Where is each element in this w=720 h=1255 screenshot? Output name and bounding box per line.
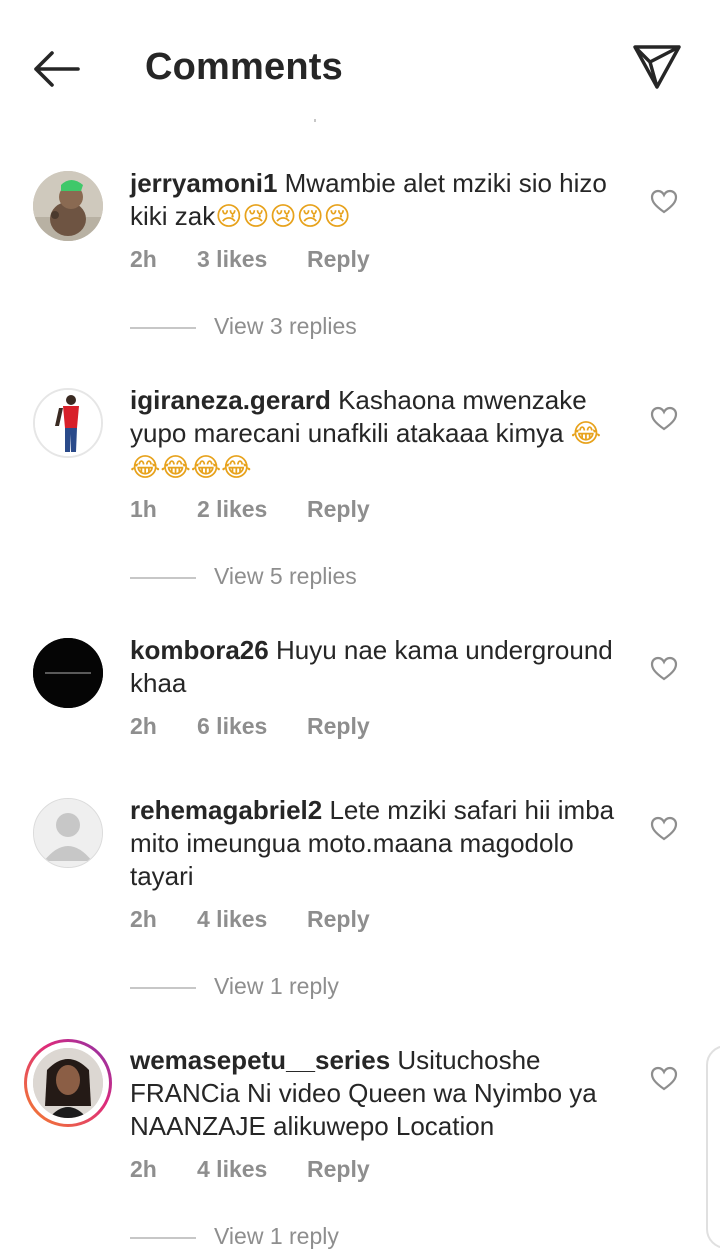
comment-text: rehemagabriel2 Lete mziki safari hii imb… xyxy=(130,794,615,893)
reply-button[interactable]: Reply xyxy=(307,246,370,273)
heart-icon xyxy=(650,406,678,431)
view-replies-button[interactable]: View 1 reply xyxy=(130,973,430,1003)
heart-icon xyxy=(650,1066,678,1091)
view-replies-button[interactable]: View 1 reply xyxy=(130,1223,430,1253)
likes-count[interactable]: 2 likes xyxy=(197,496,267,523)
reply-button[interactable]: Reply xyxy=(307,496,370,523)
avatar-photo xyxy=(33,638,103,708)
like-button[interactable] xyxy=(650,1066,678,1092)
default-avatar-icon xyxy=(34,799,102,867)
comment-text: jerryamoni1 Mwambie alet mziki sio hizo … xyxy=(130,167,615,234)
likes-count[interactable]: 6 likes xyxy=(197,713,267,740)
avatar xyxy=(33,1048,103,1118)
view-replies-button[interactable]: View 5 replies xyxy=(130,563,430,593)
avatar[interactable] xyxy=(33,798,103,868)
view-replies-label: View 1 reply xyxy=(214,973,339,999)
top-bar: Comments xyxy=(0,0,720,120)
avatar-photo xyxy=(35,390,101,456)
reply-button[interactable]: Reply xyxy=(307,713,370,740)
divider-line xyxy=(130,327,196,329)
comment-time: 2h xyxy=(130,246,157,272)
arrow-left-icon xyxy=(34,51,80,87)
heart-icon xyxy=(650,656,678,681)
divider-line xyxy=(130,1237,196,1239)
like-button[interactable] xyxy=(650,816,678,842)
reply-button[interactable]: Reply xyxy=(307,906,370,933)
like-button[interactable] xyxy=(650,406,678,432)
comment-username[interactable]: wemasepetu__series xyxy=(130,1045,390,1075)
reply-button[interactable]: Reply xyxy=(307,1156,370,1183)
likes-count[interactable]: 4 likes xyxy=(197,1156,267,1183)
avatar[interactable] xyxy=(33,638,103,708)
comment-time: 2h xyxy=(130,906,157,932)
likes-count[interactable]: 3 likes xyxy=(197,246,267,273)
comment-text: kombora26 Huyu nae kama underground khaa xyxy=(130,634,615,700)
share-button[interactable] xyxy=(630,40,684,92)
like-button[interactable] xyxy=(650,189,678,215)
avatar[interactable] xyxy=(33,171,103,241)
comment-time: 2h xyxy=(130,713,157,739)
paper-plane-icon xyxy=(633,45,681,89)
comment-text: wemasepetu__series Usituchoshe FRANCia N… xyxy=(130,1044,615,1143)
comment-text: igiraneza.gerard Kashaona mwenzake yupo … xyxy=(130,384,615,485)
floating-edge-handle[interactable] xyxy=(706,1045,720,1249)
scroll-indicator xyxy=(314,119,316,122)
comment-time: 2h xyxy=(130,1156,157,1182)
heart-icon xyxy=(650,189,678,214)
view-replies-label: View 1 reply xyxy=(214,1223,339,1249)
comment-username[interactable]: igiraneza.gerard xyxy=(130,385,331,415)
divider-line xyxy=(130,987,196,989)
view-replies-label: View 3 replies xyxy=(214,313,357,339)
divider-line xyxy=(130,577,196,579)
like-button[interactable] xyxy=(650,656,678,682)
avatar-photo xyxy=(33,1048,103,1118)
avatar[interactable] xyxy=(33,388,103,458)
view-replies-button[interactable]: View 3 replies xyxy=(130,313,430,343)
view-replies-label: View 5 replies xyxy=(214,563,357,589)
page-title: Comments xyxy=(145,46,343,88)
comment-time: 1h xyxy=(130,496,157,522)
comment-username[interactable]: jerryamoni1 xyxy=(130,168,277,198)
avatar-photo xyxy=(33,171,103,241)
story-ring[interactable] xyxy=(24,1039,112,1127)
back-button[interactable] xyxy=(30,48,82,90)
comment-emoji: 😢😢😢😢😢 xyxy=(215,202,351,232)
likes-count[interactable]: 4 likes xyxy=(197,906,267,933)
heart-icon xyxy=(650,816,678,841)
comment-username[interactable]: kombora26 xyxy=(130,635,269,665)
comment-username[interactable]: rehemagabriel2 xyxy=(130,795,322,825)
